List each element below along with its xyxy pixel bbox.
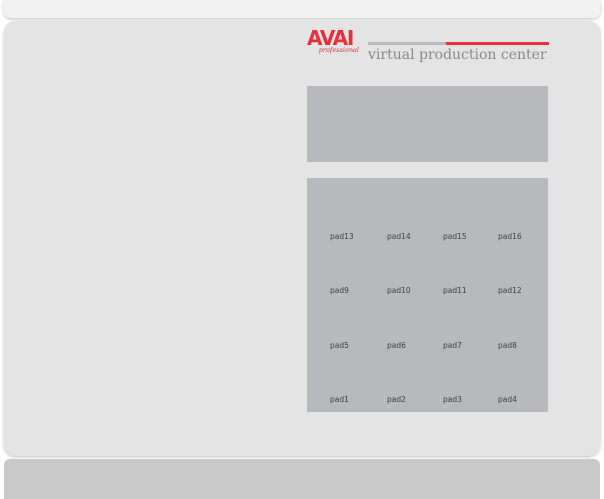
pad-10[interactable]: pad10 (387, 284, 437, 298)
pad-1[interactable]: pad1 (330, 393, 380, 407)
pad-14[interactable]: pad14 (387, 230, 437, 244)
pad-13[interactable]: pad13 (330, 230, 380, 244)
brand-tagline: virtual production center (368, 47, 547, 63)
pad-5[interactable]: pad5 (330, 339, 380, 353)
logo-text: AVAI (307, 26, 354, 50)
pad-6[interactable]: pad6 (387, 339, 437, 353)
bottom-bar (4, 459, 600, 499)
brand-divider-red (446, 42, 549, 45)
pad-8[interactable]: pad8 (498, 339, 548, 353)
brand-divider-grey (368, 42, 446, 45)
top-bar (4, 0, 600, 18)
pad-12[interactable]: pad12 (498, 284, 548, 298)
display-panel (307, 86, 548, 162)
pad-2[interactable]: pad2 (387, 393, 437, 407)
pad-3[interactable]: pad3 (443, 393, 493, 407)
pad-grid: pad13 pad14 pad15 pad16 pad9 pad10 pad11… (307, 178, 548, 412)
pad-4[interactable]: pad4 (498, 393, 548, 407)
pad-9[interactable]: pad9 (330, 284, 380, 298)
pad-15[interactable]: pad15 (443, 230, 493, 244)
pad-16[interactable]: pad16 (498, 230, 548, 244)
brand-logo: AVAI professional (307, 28, 363, 54)
pad-7[interactable]: pad7 (443, 339, 493, 353)
pad-11[interactable]: pad11 (443, 284, 493, 298)
logo-subtext: professional (318, 46, 359, 54)
